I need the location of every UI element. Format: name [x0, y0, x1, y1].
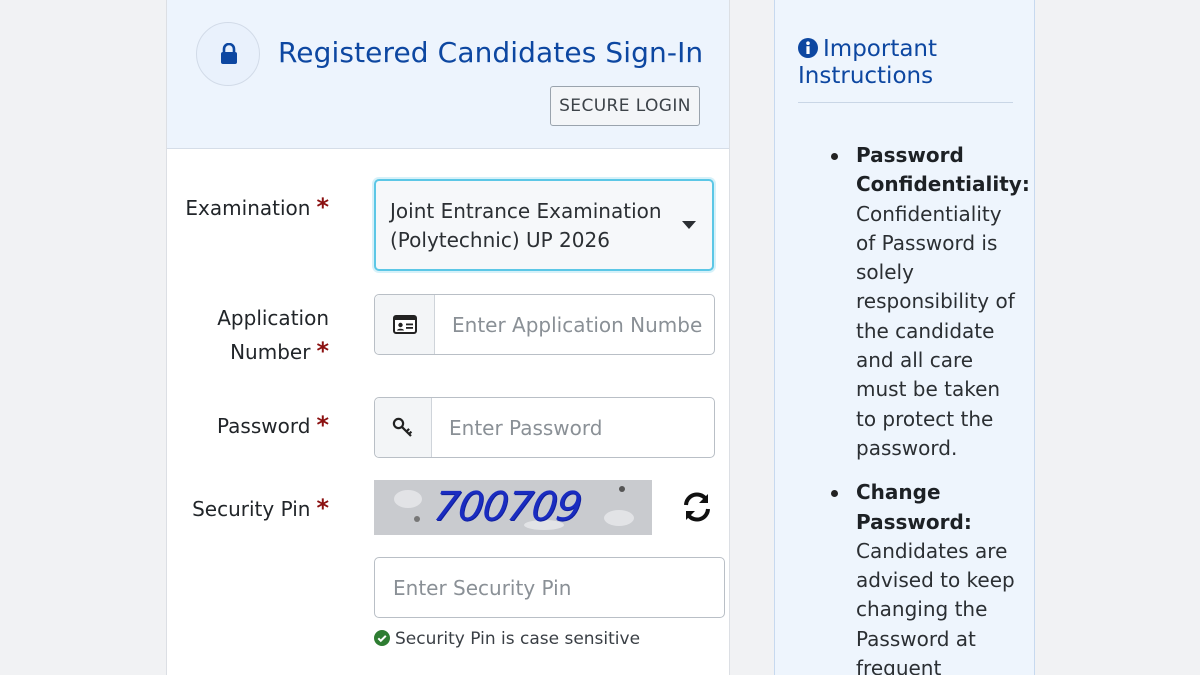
- key-icon: [392, 417, 413, 437]
- list-item: Change Password: Candidates are advised …: [831, 478, 1021, 675]
- security-pin-label: Security Pin *: [192, 494, 329, 522]
- required-mark: *: [316, 337, 329, 365]
- lock-badge: [196, 22, 260, 86]
- captcha-image: 700709: [374, 480, 652, 535]
- instructions-panel: Important Instructions Password Confiden…: [774, 0, 1035, 675]
- application-number-input[interactable]: [452, 295, 702, 354]
- required-mark: *: [316, 193, 329, 221]
- instructions-list: Password Confidentiality: Confidentialit…: [831, 141, 1030, 675]
- login-header: Registered Candidates Sign-In SECURE LOG…: [167, 0, 729, 149]
- instructions-title: Important Instructions: [798, 36, 1013, 103]
- secure-login-badge: SECURE LOGIN: [550, 86, 700, 126]
- id-card-icon: [393, 315, 417, 334]
- required-mark: *: [316, 411, 329, 439]
- application-addon: [375, 295, 435, 354]
- refresh-icon: [684, 492, 710, 522]
- pin-help-text: Security Pin is case sensitive: [374, 629, 640, 649]
- info-icon: [798, 38, 818, 58]
- examination-label: Examination *: [185, 193, 329, 221]
- password-label: Password *: [217, 411, 329, 439]
- check-circle-icon: [374, 630, 390, 646]
- application-number-label: Application Number *: [217, 306, 329, 365]
- application-number-group: [374, 294, 715, 355]
- examination-selected-value: Joint Entrance Examination (Polytechnic)…: [390, 199, 662, 252]
- security-pin-input[interactable]: [374, 557, 725, 618]
- refresh-captcha-button[interactable]: [679, 489, 715, 525]
- password-addon: [375, 398, 432, 457]
- required-mark: *: [316, 494, 329, 522]
- list-item: Password Confidentiality: Confidentialit…: [831, 141, 1030, 463]
- password-input[interactable]: [449, 398, 704, 457]
- password-group: [374, 397, 715, 458]
- examination-select[interactable]: Joint Entrance Examination (Polytechnic)…: [374, 179, 714, 271]
- login-card: Registered Candidates Sign-In SECURE LOG…: [166, 0, 730, 675]
- lock-icon: [221, 43, 237, 64]
- caret-down-icon: [682, 221, 696, 229]
- page-title: Registered Candidates Sign-In: [278, 36, 704, 69]
- captcha-code: 700709: [430, 484, 584, 530]
